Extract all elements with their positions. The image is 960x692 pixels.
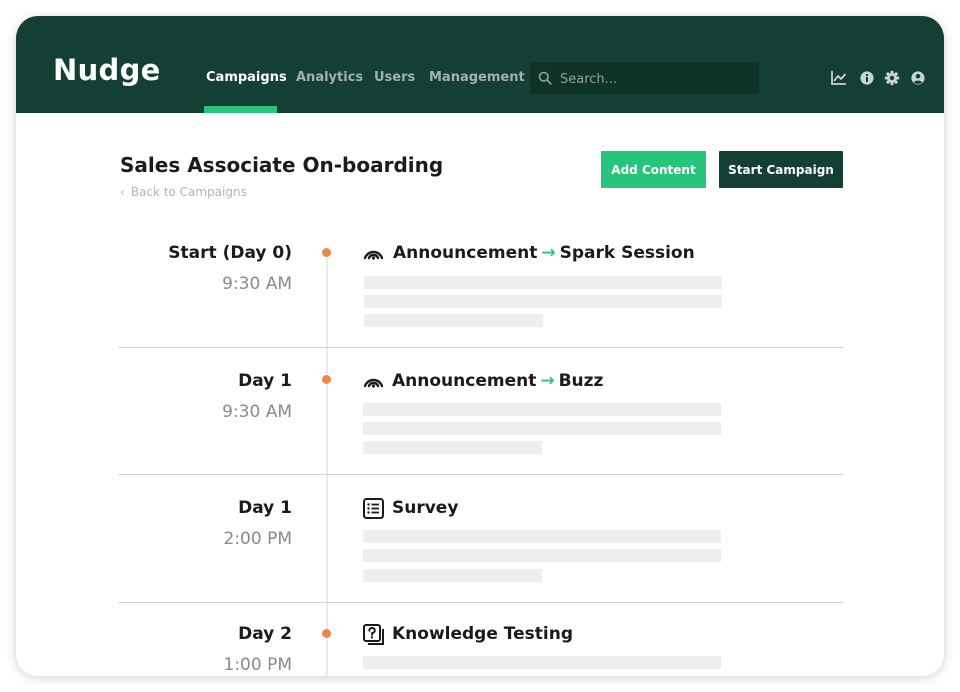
step-type-label: Announcement [392,371,537,391]
nav-tab-management[interactable]: Management [429,71,525,84]
step-day-label: Start (Day 0) [168,243,292,263]
step-day-label: Day 1 [238,498,292,518]
step-day-label: Day 1 [238,371,292,391]
nav-tab-users[interactable]: Users [374,71,415,84]
top-navigation-bar: Nudge Campaigns Analytics Users Manageme… [16,16,944,113]
gear-icon[interactable] [883,69,901,87]
step-title: Announcement → Buzz [392,373,603,390]
timeline-dot [322,248,331,257]
content-placeholder-bar [363,422,721,435]
step-time-label: 1:00 PM [223,655,293,675]
step-type-label: Announcement [393,243,538,263]
content-placeholder-bar [364,276,722,289]
content-placeholder-bar [363,549,721,562]
user-icon[interactable] [909,69,927,87]
nav-tab-analytics[interactable]: Analytics [296,71,363,84]
content-placeholder-bar [364,295,722,308]
row-divider [118,474,843,475]
list-icon [363,498,384,519]
search-icon [538,71,552,85]
chart-icon[interactable] [830,69,848,87]
content-placeholder-bar [363,403,721,416]
content-placeholder-bar [363,441,542,454]
step-time-label: 9:30 AM [222,402,292,422]
timeline-line [326,252,328,676]
question-icon [363,624,384,645]
active-tab-indicator [204,106,277,113]
step-title: Knowledge Testing [392,626,573,643]
timeline-dot [322,629,331,638]
arrow-right-icon: → [541,243,556,263]
search-input[interactable] [558,62,757,96]
step-title: Announcement → Spark Session [393,245,695,262]
start-campaign-button[interactable]: Start Campaign [719,151,843,188]
app-logo[interactable]: Nudge [53,56,161,85]
content-placeholder-bar [363,656,721,669]
back-to-campaigns-link[interactable]: ‹ Back to Campaigns [120,186,247,198]
back-link-label: Back to Campaigns [130,185,247,199]
step-type-label: Survey [392,498,459,518]
content-placeholder-bar [364,314,543,327]
arrow-right-icon: → [540,371,555,391]
search-box [530,62,759,96]
row-divider [118,602,843,603]
timeline-dot [322,375,331,384]
step-day-label: Day 2 [238,624,292,644]
info-icon[interactable] [858,69,876,87]
step-time-label: 2:00 PM [223,529,293,549]
step-time-label: 9:30 AM [222,274,292,294]
broadcast-icon [363,378,384,388]
step-target-label: Buzz [558,371,604,391]
step-type-label: Knowledge Testing [392,624,574,644]
step-target-label: Spark Session [559,243,695,263]
page-title: Sales Associate On-boarding [120,153,444,177]
chevron-left-icon: ‹ [120,185,125,199]
broadcast-icon [363,250,384,260]
step-title: Survey [392,500,458,517]
app-window: Nudge Campaigns Analytics Users Manageme… [16,16,944,676]
content-placeholder-bar [363,569,542,582]
row-divider [118,347,843,348]
content-placeholder-bar [363,530,721,543]
add-content-button[interactable]: Add Content [601,151,706,188]
nav-tab-campaigns[interactable]: Campaigns [206,71,287,84]
